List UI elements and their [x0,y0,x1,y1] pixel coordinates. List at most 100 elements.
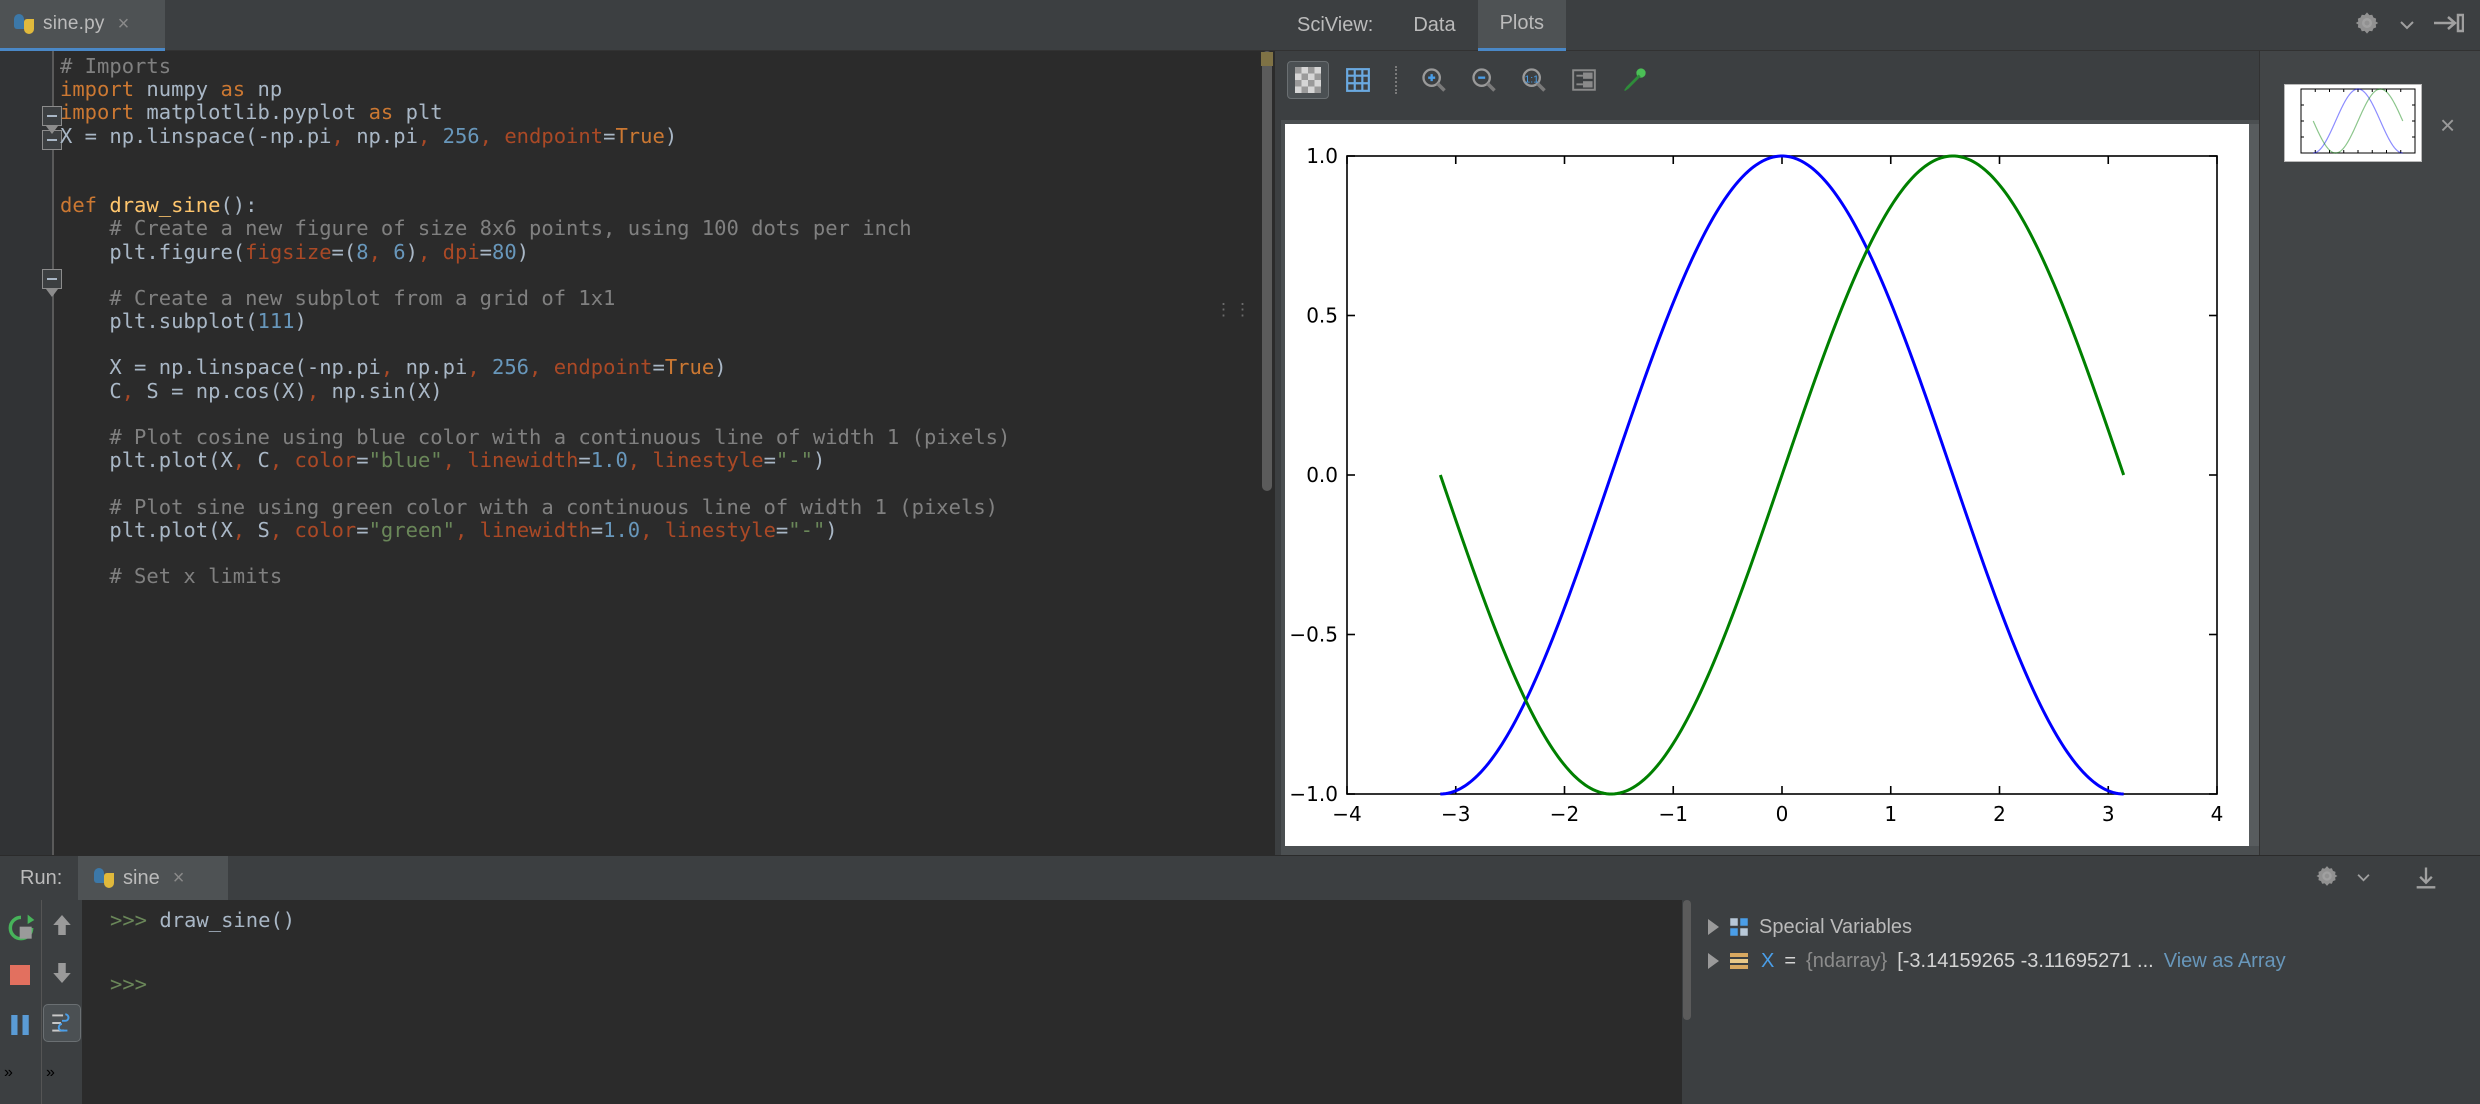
svg-text:1: 1 [1884,802,1897,826]
tab-data-label: Data [1413,13,1456,36]
svg-text:1.0: 1.0 [1306,144,1338,168]
code-line: X = np.linspace(-np.pi, np.pi, 256, endp… [109,355,727,380]
grid-table-icon[interactable] [1337,61,1379,99]
editor-scrollbar[interactable] [1259,51,1275,855]
console-scrollbar-thumb[interactable] [1683,900,1691,1020]
chevron-down-icon[interactable] [2400,17,2414,35]
code-line: import matplotlib.pyplot as plt [60,100,443,125]
expand-caret-icon[interactable] [1708,953,1719,969]
variables-row-x[interactable]: X = {ndarray} [-3.14159265 -3.11695271 .… [1694,944,2480,978]
svg-text:−1: −1 [1659,802,1688,826]
settings-gear-icon[interactable] [2313,862,2341,895]
editor-pane: sine.py × # Imports import numpy as np imp… [0,0,1275,855]
editor-scrollbar-thumb[interactable] [1262,51,1272,491]
plot-thumbnail-strip: × [2259,51,2480,855]
code-line: # Set x limits [109,564,283,589]
code-line: # Plot cosine using blue color with a co… [109,425,1011,449]
code-line: C, S = np.cos(X), np.sin(X) [109,378,443,403]
more-icon[interactable]: » [46,1064,78,1096]
zoom-actual-size-icon[interactable]: 1:1 [1513,61,1555,99]
pause-icon[interactable] [5,1010,37,1042]
svg-text:0: 0 [1776,802,1789,826]
sciview-title: SciView: [1297,13,1374,36]
stop-icon[interactable] [5,960,37,992]
tab-data[interactable]: Data [1391,0,1477,51]
run-tab-sine[interactable]: sine × [78,856,228,900]
view-as-array-link[interactable]: View as Array [2164,950,2286,973]
code-line: X = np.linspace(-np.pi, np.pi, 256, endp… [60,123,678,148]
hide-panel-icon[interactable] [2432,12,2465,39]
code-line: plt.subplot(111) [109,309,307,334]
up-arrow-icon[interactable] [47,910,79,942]
tab-plots-label: Plots [1499,12,1545,34]
expand-caret-icon[interactable] [1708,919,1719,935]
sciview-header: SciView: Data Plots [1275,0,2480,51]
variable-type: {ndarray} [1806,949,1888,972]
inlay-dots-1: ⋮⋮ [1215,300,1253,319]
settings-gear-icon[interactable] [2352,8,2382,43]
editor-marker-stripe[interactable] [1261,52,1273,66]
sciview-toolbar: 1:1 [1275,51,2305,108]
run-controls-left: » [0,900,40,1104]
svg-text:2: 2 [1993,802,2006,826]
variable-name: X [1761,949,1775,972]
code-text-area[interactable]: # Imports import numpy as np import matplo… [52,51,1259,855]
ide-window: sine.py × # Imports import numpy as np imp… [0,0,2480,1104]
plot-vertical-scrollbar[interactable] [2249,124,2259,846]
code-line: # Create a new figure of size 8x6 points… [109,216,912,241]
svg-text:−1.0: −1.0 [1289,782,1338,806]
console-scrollbar[interactable] [1682,900,1692,1104]
console-line: >>> [110,972,1682,1004]
variables-row-label: Special Variables [1759,915,1913,938]
svg-text:1:1: 1:1 [1524,73,1539,85]
code-line: plt.figure(figsize=(8, 6), dpi=80) [109,239,530,264]
python-console-output[interactable]: >>> draw_sine() >>> [82,900,1682,1104]
close-icon[interactable]: × [173,868,185,888]
rerun-icon[interactable] [5,912,37,944]
chevron-down-icon[interactable] [2357,869,2370,887]
thumbnail-close-icon[interactable]: × [2440,110,2455,141]
plot-thumbnail[interactable] [2284,84,2422,162]
plot-image: −4 −3 −2 −1 0 1 2 3 4 −1.0 −0.5 0.0 0.5 1.0 [1285,124,2255,846]
svg-text:−0.5: −0.5 [1289,623,1338,647]
variables-row-special[interactable]: Special Variables [1694,910,2480,944]
soft-wrap-icon[interactable] [43,1004,81,1042]
code-line: # Plot sine using green color with a con… [109,494,999,519]
export-icon[interactable] [2412,856,2440,900]
fit-to-window-icon[interactable] [1563,61,1605,99]
down-arrow-icon[interactable] [47,958,79,990]
svg-text:−2: −2 [1550,802,1579,826]
tab-plots[interactable]: Plots [1477,0,1567,51]
run-controls-right: » [41,900,81,1104]
python-icon [94,868,114,888]
plot-thumbnail-image [2285,85,2421,161]
close-icon[interactable]: × [118,14,130,34]
zoom-in-icon[interactable] [1413,61,1455,99]
svg-text:−3: −3 [1441,802,1470,826]
code-line: def draw_sine(): [60,193,258,218]
editor-tab-sine-py[interactable]: sine.py × [0,0,165,51]
code-line: # Create a new subplot from a grid of 1x… [109,285,616,310]
ndarray-icon [1729,951,1751,971]
editor-gutter[interactable] [0,51,52,855]
special-variables-icon [1729,917,1749,937]
checkerboard-background-icon[interactable] [1287,60,1329,99]
color-picker-icon[interactable] [1613,61,1655,99]
svg-text:0.0: 0.0 [1306,463,1338,487]
plot-viewport[interactable]: −4 −3 −2 −1 0 1 2 3 4 −1.0 −0.5 0.0 0.5 1.0 [1281,120,2259,855]
editor-tab-bar: sine.py × [0,0,1275,51]
console-text: draw_sine() [147,908,296,932]
more-icon[interactable]: » [4,1064,36,1096]
zoom-out-icon[interactable] [1463,61,1505,99]
svg-text:3: 3 [2102,802,2115,826]
code-line: # Imports [60,54,172,78]
variable-equals: = [1784,949,1797,972]
run-panel: Run: sine × » » >>> draw_sine() >>> Spec… [0,855,2480,1104]
console-prompt: >>> [110,972,148,996]
